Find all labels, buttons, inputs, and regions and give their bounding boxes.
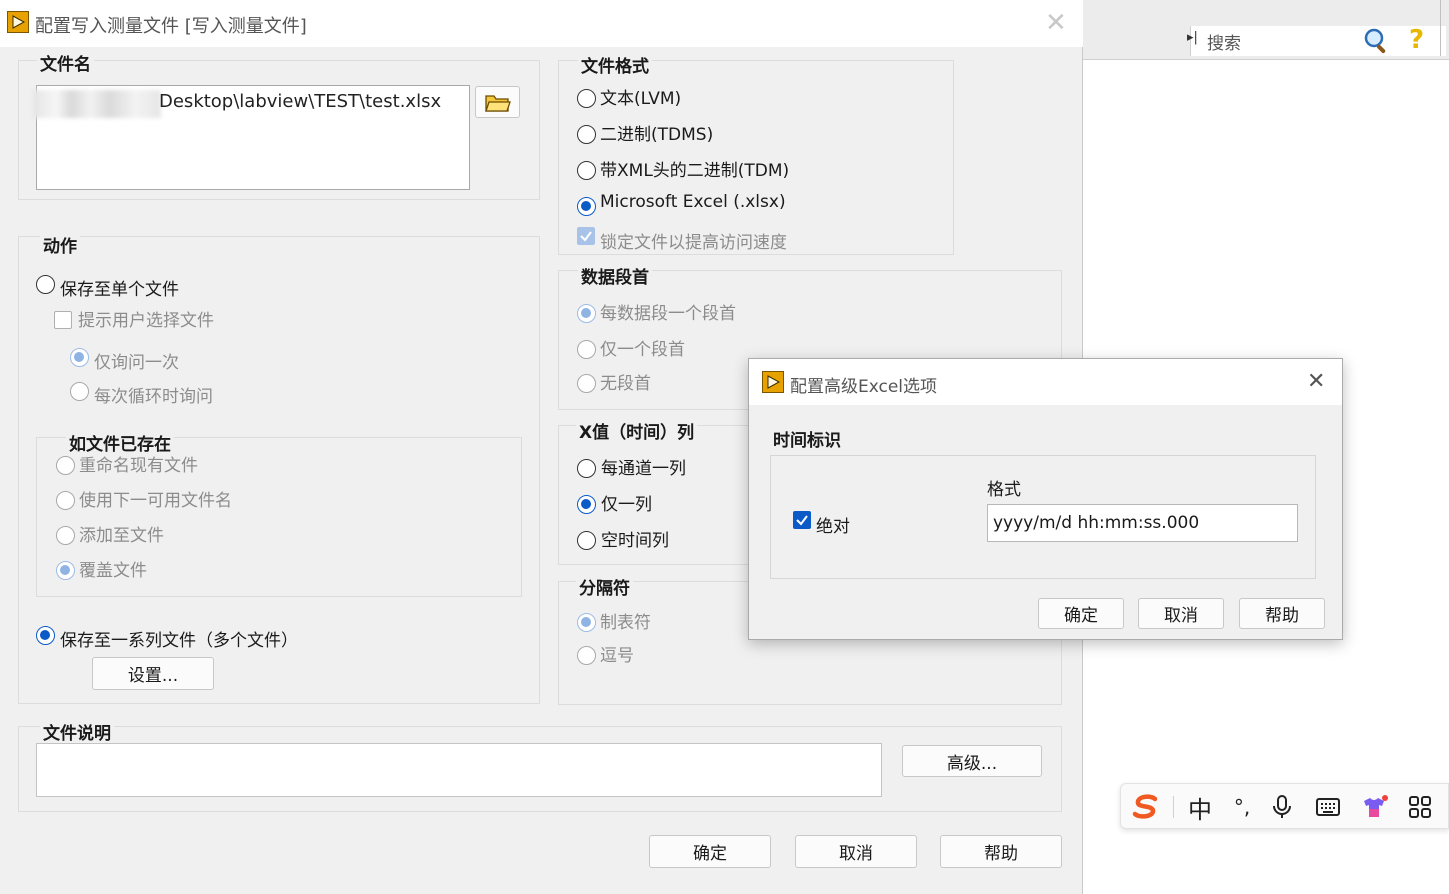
format-tdms-label: 二进制(TDMS) [600,125,714,145]
rename-existing-label: 重命名现有文件 [79,456,198,476]
save-series-label: 保存至一系列文件（多个文件） [60,631,298,651]
use-next-name-radio[interactable] [56,491,75,510]
search-scope-arrow-icon[interactable]: ▸| [1187,30,1198,45]
save-single-label: 保存至单个文件 [60,280,179,300]
settings-button[interactable]: 设置... [92,657,214,690]
format-lvm-radio[interactable] [577,89,596,108]
overwrite-radio[interactable] [56,561,75,580]
time-format-value: yyyy/m/d hh:mm:ss.000 [993,513,1200,533]
ok-button[interactable]: 确定 [649,835,771,868]
excel-titlebar: 配置高级Excel选项 ✕ [749,359,1342,405]
empty-time-label: 空时间列 [601,531,669,551]
skin-shirt-icon[interactable] [1359,792,1389,822]
no-header-radio[interactable] [577,374,596,393]
per-channel-radio[interactable] [577,459,596,478]
keyboard-icon[interactable] [1313,792,1343,822]
prompt-user-label: 提示用户选择文件 [78,311,214,331]
format-label: 格式 [987,480,1021,500]
delimiter-group-title: 分隔符 [576,574,633,599]
one-per-segment-radio[interactable] [577,304,596,323]
empty-time-radio[interactable] [577,531,596,550]
absolute-label: 绝对 [816,517,850,537]
time-format-field[interactable]: yyyy/m/d hh:mm:ss.000 [987,504,1298,542]
format-tdm-radio[interactable] [577,161,596,180]
labview-app-icon [762,371,784,393]
lock-file-label: 锁定文件以提高访问速度 [600,233,787,253]
labview-app-icon [7,11,29,33]
file-path-field[interactable]: Desktop\labview\TEST\test.xlsx [33,85,470,190]
ime-punctuation-toggle[interactable]: °, [1227,792,1257,822]
format-xlsx-label: Microsoft Excel (.xlsx) [600,192,786,212]
action-group-title: 动作 [40,232,80,257]
ime-toolbar: 中 °, [1120,783,1449,829]
tab-delimiter-label: 制表符 [600,613,651,633]
cancel-button[interactable]: 取消 [795,835,917,868]
one-per-segment-label: 每数据段一个段首 [600,304,736,324]
format-lvm-label: 文本(LVM) [600,89,682,109]
append-label: 添加至文件 [79,526,164,546]
absolute-checkbox[interactable] [793,511,811,529]
blurred-path-prefix [33,90,161,118]
excel-dialog-title: 配置高级Excel选项 [790,377,938,397]
excel-help-button[interactable]: 帮助 [1239,598,1325,629]
main-close-icon[interactable]: ✕ [1045,10,1067,36]
main-titlebar: 配置写入测量文件 [写入测量文件] ✕ [0,0,1083,47]
toolbox-grid-icon[interactable] [1405,792,1435,822]
prompt-user-checkbox[interactable] [54,311,72,329]
ask-each-loop-radio[interactable] [70,382,89,401]
x-column-group-title: X值（时间）列 [576,418,698,443]
filename-group-title: 文件名 [37,50,94,75]
excel-close-icon[interactable]: ✕ [1307,369,1325,395]
comma-delimiter-radio[interactable] [577,646,596,665]
save-single-radio[interactable] [36,275,55,294]
sogou-logo-icon[interactable] [1131,792,1161,822]
main-dialog-title: 配置写入测量文件 [写入测量文件] [35,16,307,37]
format-tdms-radio[interactable] [577,125,596,144]
help-button[interactable]: 帮助 [940,835,1062,868]
only-one-column-radio[interactable] [577,495,596,514]
help-icon[interactable]: ? [1409,25,1424,55]
format-xlsx-radio[interactable] [577,197,596,216]
append-radio[interactable] [56,526,75,545]
file-description-group-title: 文件说明 [40,719,114,744]
open-folder-icon [484,95,511,112]
only-one-column-label: 仅一列 [601,495,652,515]
file-format-group-title: 文件格式 [578,52,652,77]
ask-once-label: 仅询问一次 [94,353,179,373]
rename-existing-radio[interactable] [56,456,75,475]
only-one-header-label: 仅一个段首 [600,340,685,360]
browse-folder-button[interactable] [475,86,520,118]
comma-delimiter-label: 逗号 [600,646,634,666]
use-next-name-label: 使用下一可用文件名 [79,491,232,511]
excel-ok-button[interactable]: 确定 [1038,598,1124,629]
lock-file-checkbox[interactable] [577,227,595,245]
ask-each-loop-label: 每次循环时询问 [94,387,213,407]
per-channel-label: 每通道一列 [601,459,686,479]
format-tdm-label: 带XML头的二进制(TDM) [600,161,790,181]
background-search-box[interactable]: ▸| 搜索 ? [1187,25,1446,56]
only-one-header-radio[interactable] [577,340,596,359]
no-header-label: 无段首 [600,374,651,394]
search-icon[interactable] [1363,27,1391,60]
background-divider [1440,0,1441,56]
background-search-placeholder: 搜索 [1207,34,1241,54]
file-path-value: Desktop\labview\TEST\test.xlsx [159,91,442,112]
advanced-button[interactable]: 高级... [902,745,1042,777]
microphone-icon[interactable] [1267,792,1297,822]
segment-header-group-title: 数据段首 [578,263,652,288]
file-description-field[interactable] [36,743,882,797]
ime-separator [1173,796,1174,818]
overwrite-label: 覆盖文件 [79,561,147,581]
tab-delimiter-radio[interactable] [577,613,596,632]
ask-once-radio[interactable] [70,348,89,367]
ime-chinese-mode[interactable]: 中 [1185,792,1215,824]
save-series-radio[interactable] [36,626,55,645]
excel-options-dialog: 配置高级Excel选项 ✕ 时间标识 格式 绝对 yyyy/m/d hh:mm:… [748,358,1343,640]
timestamp-group-title: 时间标识 [773,431,841,451]
excel-cancel-button[interactable]: 取消 [1138,598,1224,629]
